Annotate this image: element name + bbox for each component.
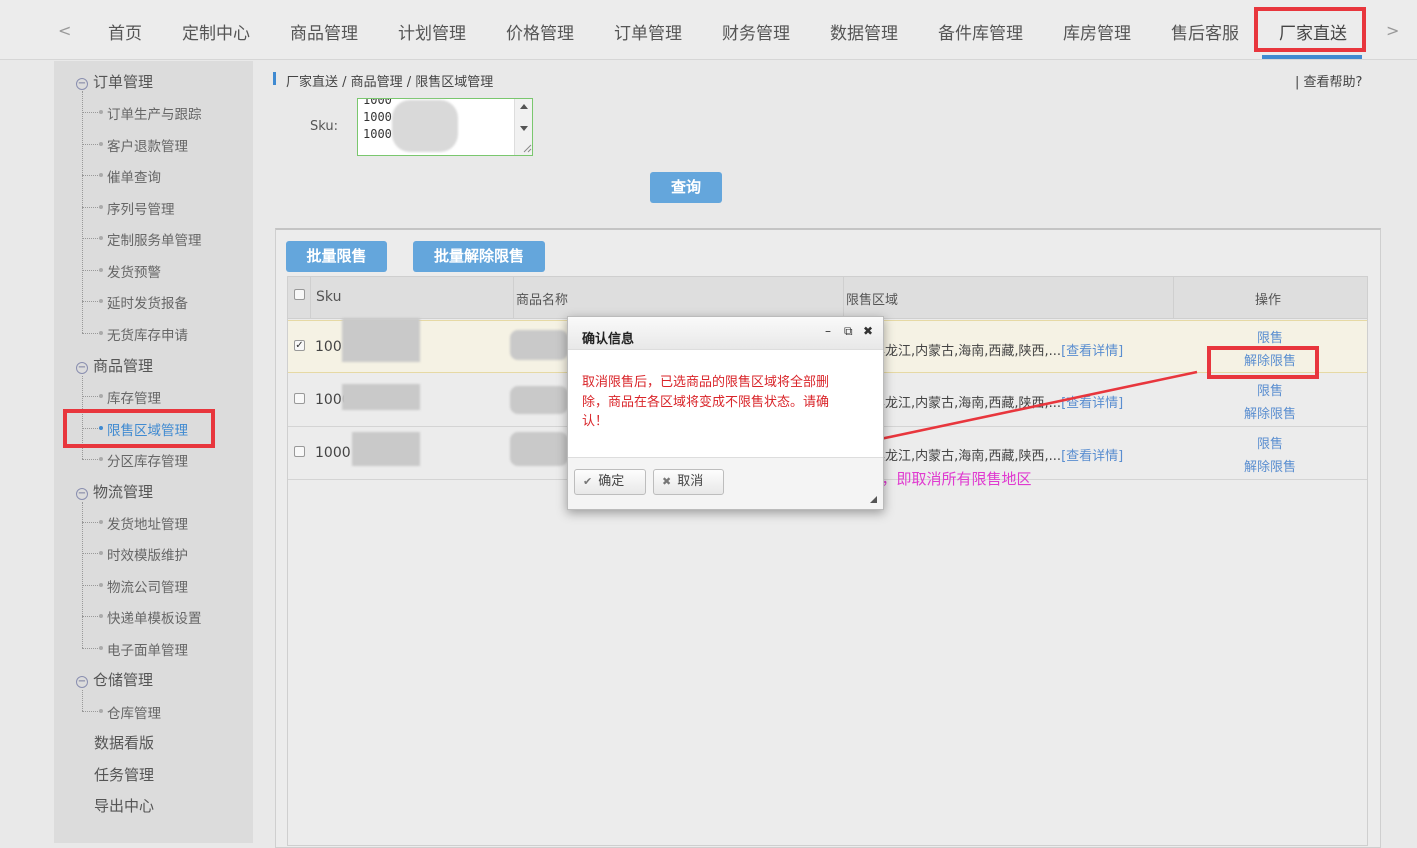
resize-grip-icon[interactable] <box>868 494 878 504</box>
close-icon[interactable]: ✖ <box>863 324 873 338</box>
confirm-ok-button[interactable]: ✔ 确定 <box>574 469 646 495</box>
minimize-icon[interactable]: – <box>825 324 831 338</box>
dialog-message: 取消限售后，已选商品的限售区域将全部删除，商品在各区域将变成不限售状态。请确认！ <box>582 375 830 429</box>
check-icon: ✔ <box>583 475 593 488</box>
confirm-dialog: 确认信息 – ⧉ ✖ 取消限售后，已选商品的限售区域将全部删除，商品在各区域将变… <box>567 316 884 510</box>
x-icon: ✖ <box>662 475 672 488</box>
confirm-cancel-button[interactable]: ✖ 取消 <box>653 469 724 495</box>
dialog-title: 确认信息 <box>582 332 635 347</box>
popout-icon[interactable]: ⧉ <box>844 324 853 339</box>
